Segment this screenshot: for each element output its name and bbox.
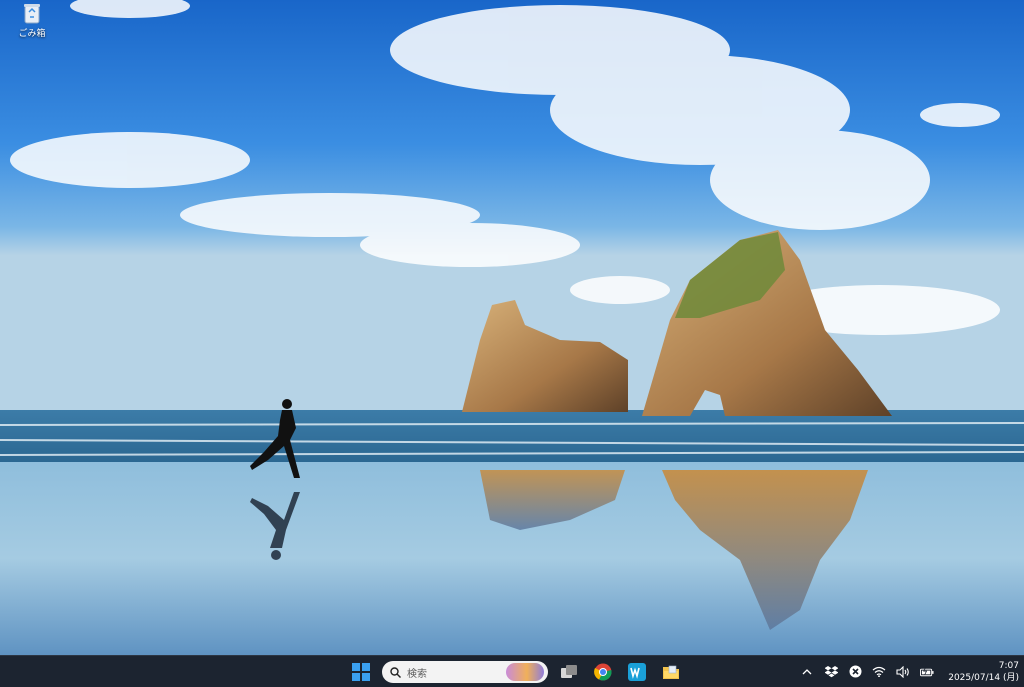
chrome-button[interactable] [590,659,616,685]
app-tray-button[interactable] [848,665,862,679]
taskbar: 検索 7:07 2025/07/14 (月) [0,655,1024,687]
search-placeholder: 検索 [407,668,427,680]
taskbar-center: 検索 [348,659,684,685]
task-view-icon [561,665,577,678]
desktop-icon-label: ごみ箱 [18,29,46,39]
wallpaper-image [0,0,1024,655]
network-button[interactable] [872,665,886,679]
chevron-up-icon [802,668,812,674]
close-circle-icon [849,665,862,678]
recycle-bin-icon [24,4,40,24]
show-hidden-icons-button[interactable] [800,665,814,679]
clock-time: 7:07 [998,660,1019,671]
start-button[interactable] [348,659,374,685]
file-explorer-button[interactable] [658,659,684,685]
chrome-icon [594,663,612,681]
volume-icon [896,665,910,678]
search-input[interactable]: 検索 [382,661,548,683]
word-icon [628,663,646,681]
word-button[interactable] [624,659,650,685]
windows-start-icon [352,663,370,681]
clock-button[interactable]: 7:07 2025/07/14 (月) [948,660,1019,684]
desktop-icon-recycle-bin[interactable]: ごみ箱 [12,0,52,39]
search-highlight-image[interactable] [506,663,544,681]
battery-icon [920,666,934,676]
search-icon [390,666,401,678]
task-view-button[interactable] [556,659,582,685]
volume-button[interactable] [896,665,910,679]
desktop[interactable]: ごみ箱 [0,0,1024,655]
folder-icon [663,665,679,679]
clock-date: 2025/07/14 (月) [948,672,1019,683]
battery-button[interactable] [920,665,934,679]
system-tray: 7:07 2025/07/14 (月) [800,656,1024,687]
dropbox-tray-button[interactable] [824,665,838,679]
dropbox-icon [824,665,838,677]
wifi-icon [872,666,886,677]
